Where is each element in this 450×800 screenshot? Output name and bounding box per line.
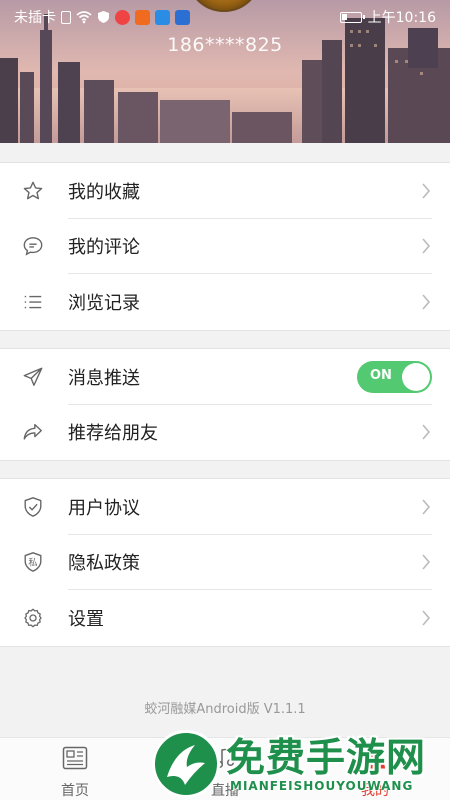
tab-label: 首页 (61, 783, 89, 799)
menu-item-label: 我的收藏 (68, 181, 140, 203)
privacy-icon-glyph: 私 (28, 558, 37, 569)
status-time: 上午10:16 (367, 10, 436, 26)
app-notification-icon-2 (155, 9, 170, 25)
menu-group-personal: 我的收藏 我的评论 浏览记录 (0, 162, 450, 331)
chevron-right-icon (422, 238, 431, 254)
user-phone: 186****825 (167, 34, 283, 56)
menu-item-comments[interactable]: 我的评论 (0, 219, 450, 274)
sim-icon (61, 10, 71, 24)
watermark-logo-mark (167, 745, 205, 785)
menu-item-label: 我的评论 (68, 237, 140, 259)
star-icon (23, 181, 43, 200)
menu-item-label: 消息推送 (68, 367, 140, 389)
chevron-right-icon (422, 294, 431, 310)
battery-icon (339, 11, 365, 23)
menu-item-user-agreement[interactable]: 用户协议 (0, 479, 450, 535)
toggle-state-label: ON (370, 367, 392, 383)
tab-home[interactable]: 首页 (0, 738, 150, 800)
privacy-shield-icon: 私 (24, 552, 42, 573)
watermark: 免费手游网 MIANFEISHOUYOUWANG (152, 727, 450, 800)
menu-item-label: 设置 (68, 608, 104, 630)
menu-item-label: 浏览记录 (68, 292, 140, 314)
profile-header: 未插卡 上午10:16 186****825 (0, 0, 450, 143)
chevron-right-icon (422, 610, 431, 626)
watermark-title: 免费手游网 (226, 736, 427, 781)
shield-check-icon (24, 496, 42, 517)
menu-item-push: 消息推送 ON (0, 349, 450, 405)
chevron-right-icon (422, 424, 431, 440)
menu-item-label: 推荐给朋友 (68, 423, 158, 445)
share-icon (23, 424, 42, 440)
menu-item-favorites[interactable]: 我的收藏 (0, 163, 450, 219)
chevron-right-icon (422, 499, 431, 515)
menu-item-recommend[interactable]: 推荐给朋友 (0, 405, 450, 461)
menu-item-privacy[interactable]: 私 隐私政策 (0, 535, 450, 590)
news-icon (62, 746, 88, 770)
shield-status-icon (98, 11, 109, 23)
menu-group-about: 用户协议 私 隐私政策 设置 (0, 478, 450, 647)
app-version: 蛟河融媒Android版 V1.1.1 (144, 702, 306, 717)
send-icon (23, 367, 43, 386)
list-icon (24, 295, 42, 308)
watermark-subtitle: MIANFEISHOUYOUWANG (230, 779, 414, 793)
wifi-icon (76, 10, 92, 23)
toggle-knob (402, 362, 430, 391)
weibo-icon (115, 9, 130, 25)
push-toggle[interactable]: ON (357, 360, 432, 393)
chevron-right-icon (422, 554, 431, 570)
menu-item-label: 用户协议 (68, 497, 140, 519)
app-notification-icon (135, 9, 150, 25)
comment-icon (23, 237, 43, 256)
chevron-right-icon (422, 183, 431, 199)
menu-item-label: 隐私政策 (68, 553, 140, 575)
app-notification-icon-3 (175, 9, 190, 25)
gear-icon (24, 608, 42, 628)
carrier-label: 未插卡 (14, 10, 56, 26)
menu-group-notifications: 消息推送 ON 推荐给朋友 (0, 348, 450, 461)
menu-item-history[interactable]: 浏览记录 (0, 274, 450, 330)
watermark-logo (152, 730, 220, 798)
menu-item-settings[interactable]: 设置 (0, 590, 450, 646)
